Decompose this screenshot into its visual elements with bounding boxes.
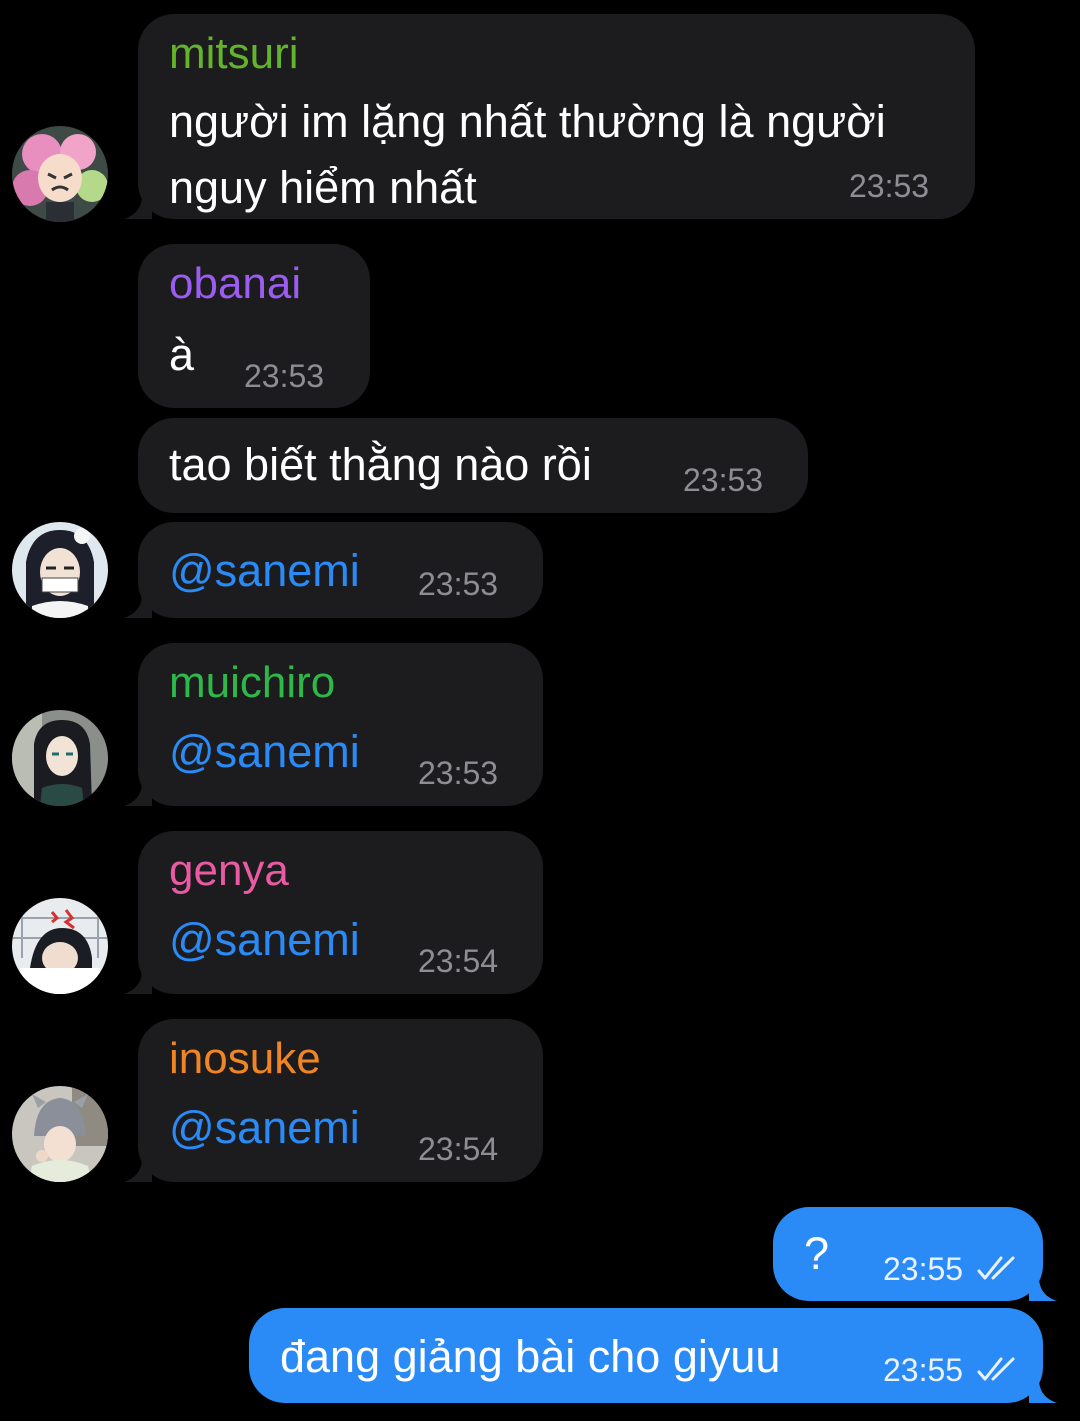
bubble-tail	[124, 1158, 152, 1182]
message-bubble[interactable]: mitsuri người im lặng nhất thường là ngư…	[124, 14, 975, 219]
bubble-tail	[124, 594, 152, 618]
sender-name[interactable]: inosuke	[169, 1035, 321, 1083]
sender-name[interactable]: genya	[169, 847, 289, 895]
avatar-mitsuri[interactable]	[12, 126, 108, 222]
mention-link[interactable]: @sanemi	[169, 542, 360, 600]
avatar-image	[12, 126, 108, 222]
message-bubble[interactable]: genya @sanemi 23:54	[124, 831, 543, 994]
message-text: tao biết thằng nào rồi	[169, 439, 592, 490]
double-check-icon	[977, 1357, 1015, 1381]
message-time: 23:55	[883, 1352, 964, 1388]
avatar-inosuke[interactable]	[12, 1086, 108, 1182]
avatar-genya[interactable]	[12, 898, 108, 994]
avatar-obanai[interactable]	[12, 522, 108, 618]
sender-name[interactable]: obanai	[169, 260, 301, 308]
avatar-muichiro[interactable]	[12, 710, 108, 806]
message-time: 23:53	[418, 566, 499, 602]
message-time: 23:54	[418, 943, 499, 979]
message-time: 23:55	[883, 1251, 964, 1287]
message-time: 23:54	[418, 1131, 499, 1167]
message-text: người im lặng nhất thường là người	[169, 96, 886, 147]
sender-name[interactable]: mitsuri	[169, 30, 299, 78]
message-time: 23:53	[683, 462, 764, 498]
message-text: nguy hiểm nhất	[169, 162, 477, 213]
message-bubble[interactable]: obanai à 23:53	[138, 244, 370, 408]
mention-link[interactable]: @sanemi	[169, 1099, 360, 1157]
bubble-tail	[1029, 1379, 1057, 1403]
message-bubble[interactable]: inosuke @sanemi 23:54	[124, 1019, 543, 1182]
message-bubble-outgoing[interactable]: ? 23:55	[773, 1207, 1057, 1301]
message-text: à	[169, 329, 195, 380]
avatar-image	[12, 710, 108, 806]
message-bubble[interactable]: tao biết thằng nào rồi 23:53	[138, 418, 808, 513]
bubble-tail	[124, 782, 152, 806]
message-bubble[interactable]: muichiro @sanemi 23:53	[124, 643, 543, 806]
avatar-image	[12, 898, 108, 994]
chat-view[interactable]: mitsuri người im lặng nhất thường là ngư…	[0, 0, 1080, 1421]
avatar-image	[12, 1086, 108, 1182]
bubble-tail	[124, 970, 152, 994]
bubble-tail	[124, 195, 152, 219]
message-bubble[interactable]: @sanemi 23:53	[124, 522, 543, 618]
mention-link[interactable]: @sanemi	[169, 911, 360, 969]
message-time: 23:53	[418, 755, 499, 791]
message-text: ?	[804, 1228, 830, 1279]
double-check-icon	[977, 1256, 1015, 1280]
bubble-tail	[1029, 1277, 1057, 1301]
sender-name[interactable]: muichiro	[169, 659, 335, 707]
avatar-image	[12, 522, 108, 618]
message-text: đang giảng bài cho giyuu	[280, 1331, 781, 1382]
message-time: 23:53	[849, 168, 930, 204]
message-bubble-outgoing[interactable]: đang giảng bài cho giyuu 23:55	[249, 1308, 1057, 1403]
mention-link[interactable]: @sanemi	[169, 723, 360, 781]
message-time: 23:53	[244, 358, 325, 394]
